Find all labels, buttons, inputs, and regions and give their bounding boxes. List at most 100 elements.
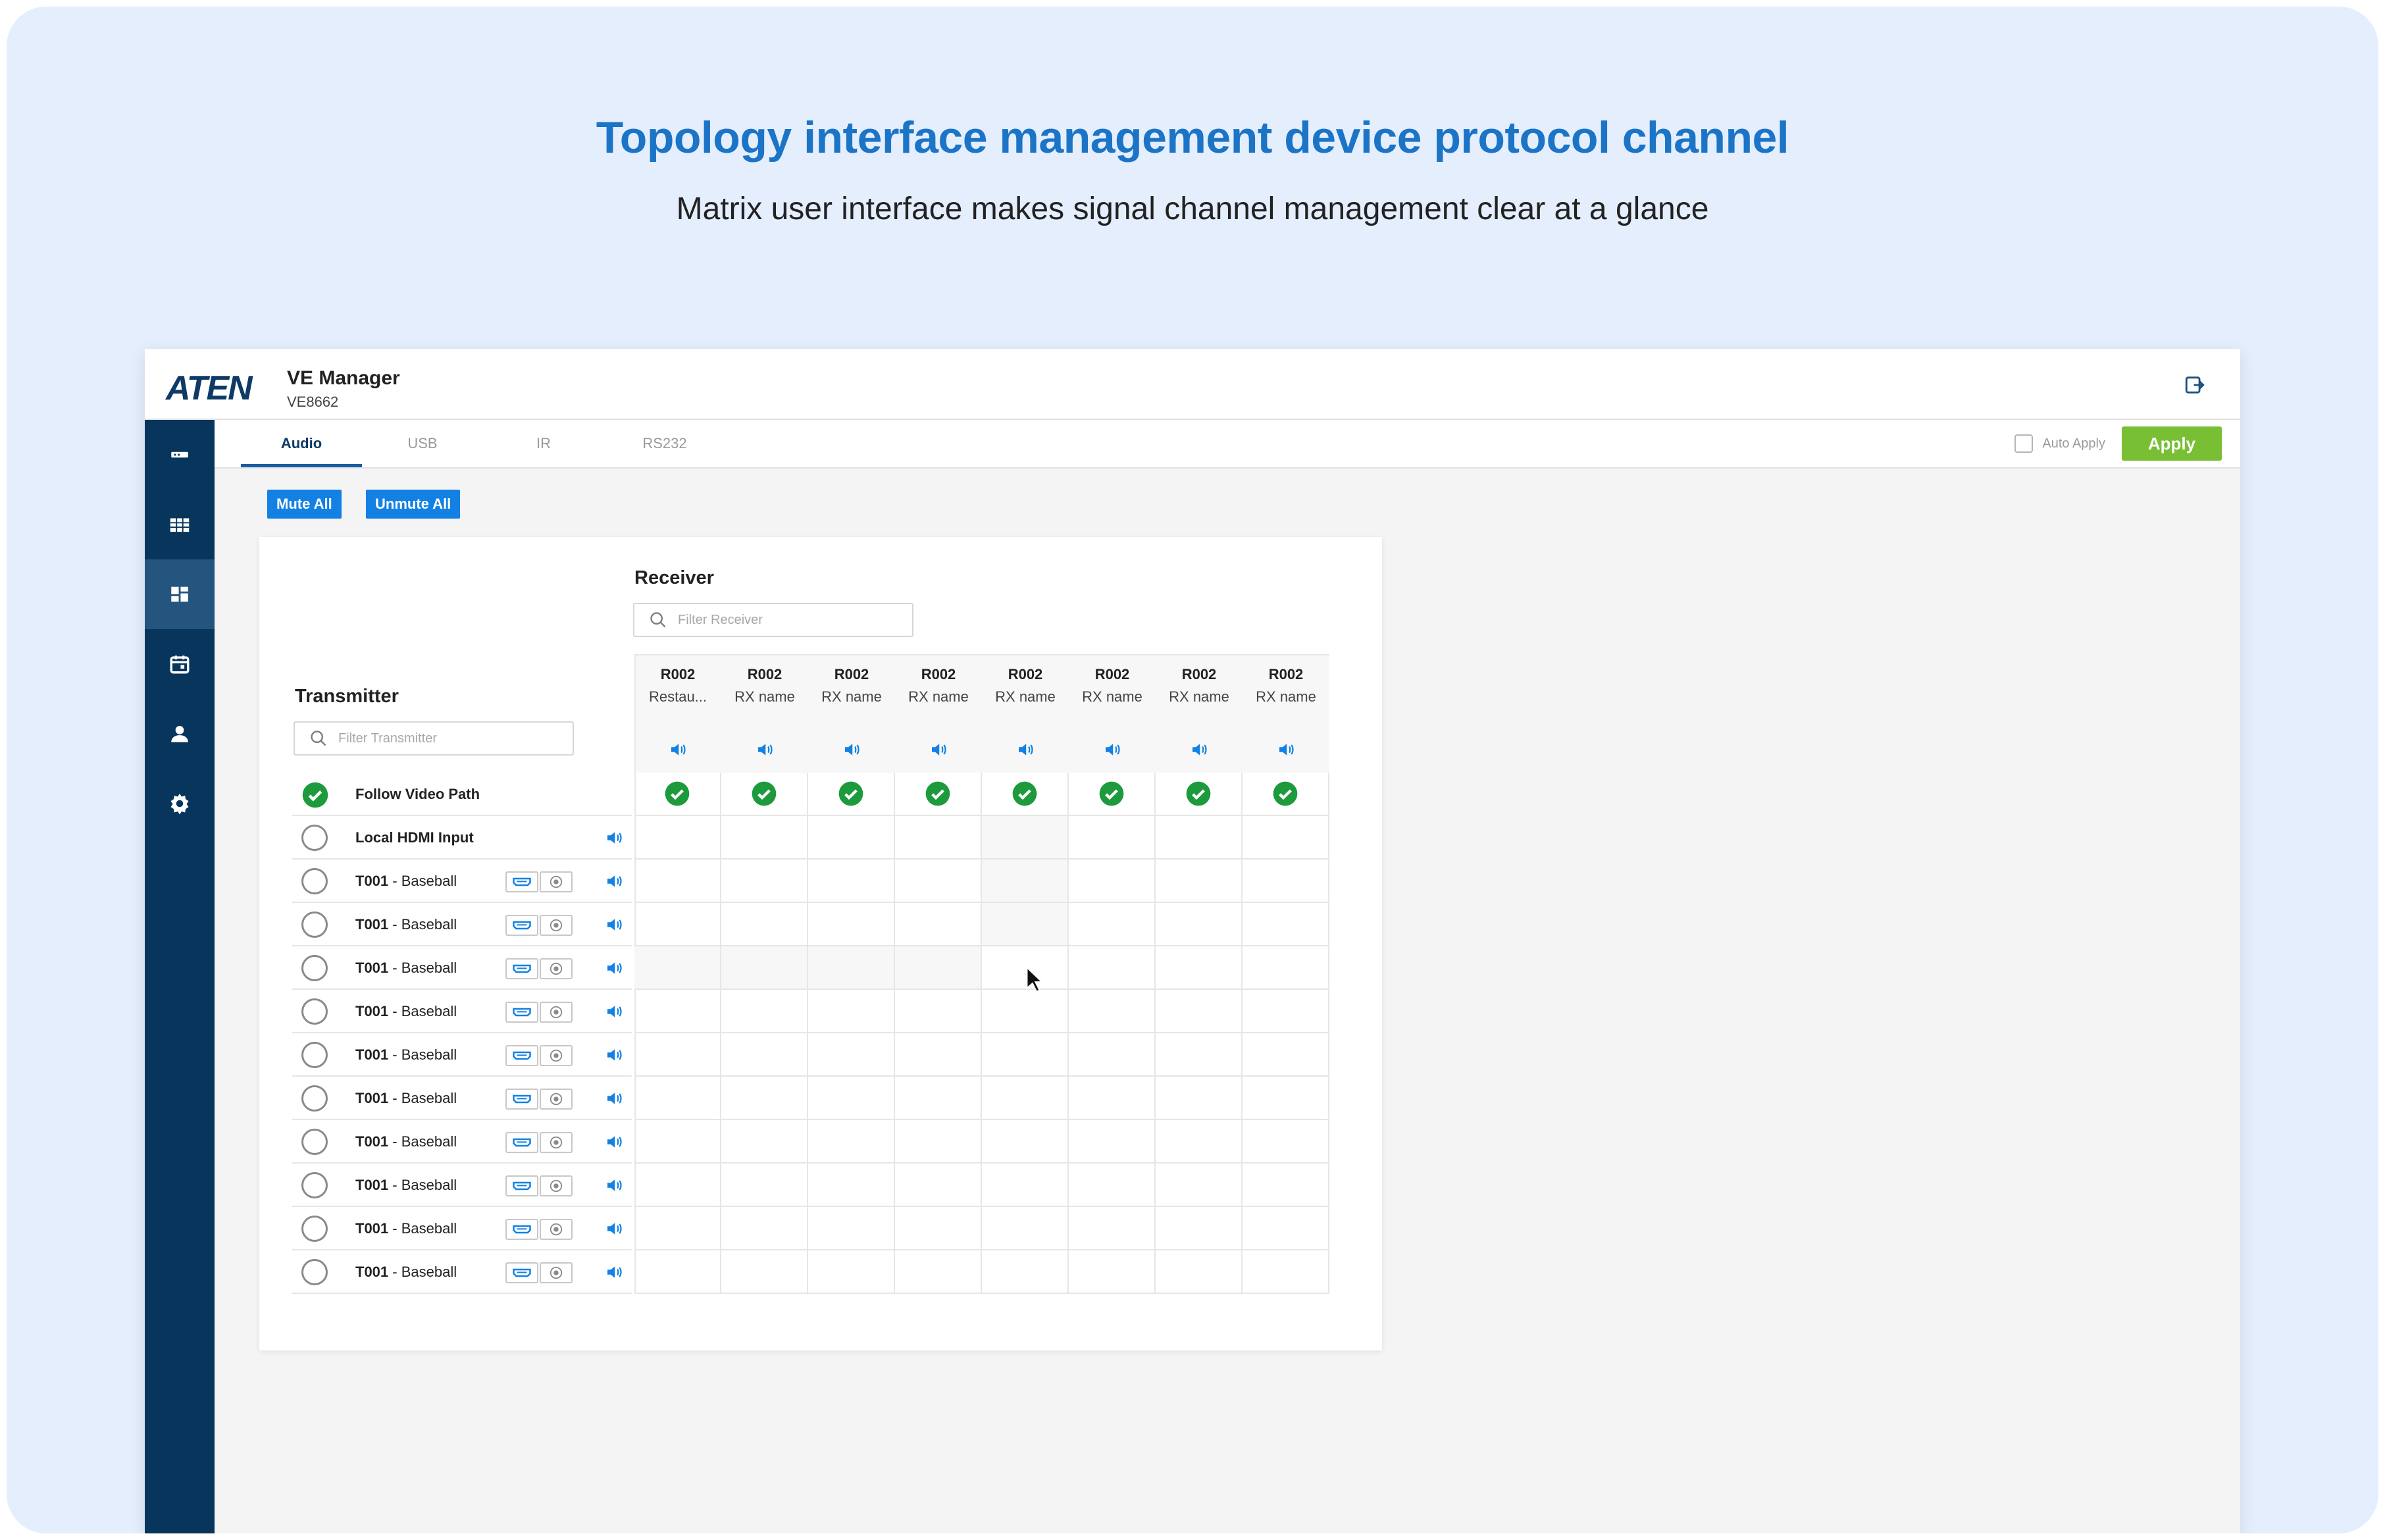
sidebar-item-matrix[interactable] <box>145 559 215 629</box>
matrix-cell[interactable] <box>808 1250 895 1294</box>
matrix-cell[interactable] <box>721 1164 808 1207</box>
matrix-cell[interactable] <box>721 1033 808 1077</box>
matrix-cell[interactable] <box>982 1120 1069 1164</box>
matrix-cell[interactable] <box>895 773 982 816</box>
speaker-icon[interactable] <box>604 871 624 891</box>
speaker-icon[interactable] <box>604 1175 624 1195</box>
matrix-cell[interactable] <box>1243 773 1329 816</box>
matrix-cell[interactable] <box>1243 990 1329 1033</box>
matrix-cell[interactable] <box>1156 946 1243 990</box>
matrix-cell[interactable] <box>1156 903 1243 946</box>
check-circle-icon[interactable] <box>664 781 690 807</box>
matrix-cell[interactable] <box>634 903 721 946</box>
apply-button[interactable]: Apply <box>2122 426 2222 461</box>
matrix-cell[interactable] <box>1156 860 1243 903</box>
matrix-cell[interactable] <box>1069 946 1156 990</box>
matrix-cell[interactable] <box>1243 1077 1329 1120</box>
matrix-cell[interactable] <box>808 816 895 860</box>
matrix-cell[interactable] <box>808 1207 895 1250</box>
matrix-cell[interactable] <box>808 1033 895 1077</box>
matrix-cell[interactable] <box>1069 773 1156 816</box>
matrix-cell[interactable] <box>634 1207 721 1250</box>
matrix-cell[interactable] <box>982 860 1069 903</box>
matrix-cell[interactable] <box>634 1033 721 1077</box>
matrix-cell[interactable] <box>1243 1207 1329 1250</box>
tab-ir[interactable]: IR <box>483 420 604 467</box>
auto-apply-toggle[interactable]: Auto Apply <box>2014 434 2105 453</box>
matrix-cell[interactable] <box>634 816 721 860</box>
matrix-cell[interactable] <box>1156 1033 1243 1077</box>
radio-button[interactable] <box>301 998 328 1025</box>
matrix-cell[interactable] <box>808 860 895 903</box>
matrix-cell[interactable] <box>1069 1164 1156 1207</box>
transmitter-row[interactable]: T001 - Baseball <box>292 1033 632 1077</box>
matrix-cell[interactable] <box>1156 816 1243 860</box>
check-circle-icon[interactable] <box>1272 781 1298 807</box>
check-circle-icon[interactable] <box>925 781 951 807</box>
logout-icon[interactable] <box>2184 374 2206 396</box>
speaker-icon[interactable] <box>604 1219 624 1239</box>
check-circle-icon[interactable] <box>1098 781 1125 807</box>
transmitter-row[interactable]: T001 - Baseball <box>292 1120 632 1164</box>
radio-button[interactable] <box>301 955 328 981</box>
matrix-cell[interactable] <box>982 1207 1069 1250</box>
matrix-cell[interactable] <box>634 946 721 990</box>
sidebar-item-schedule[interactable] <box>145 629 215 699</box>
matrix-cell[interactable] <box>1156 1164 1243 1207</box>
transmitter-row[interactable]: T001 - Baseball <box>292 1250 632 1294</box>
speaker-icon[interactable] <box>604 828 624 848</box>
matrix-cell[interactable] <box>721 903 808 946</box>
matrix-cell[interactable] <box>1243 1120 1329 1164</box>
matrix-cell[interactable] <box>1243 903 1329 946</box>
matrix-cell[interactable] <box>1243 1250 1329 1294</box>
transmitter-row[interactable]: T001 - Baseball <box>292 903 632 946</box>
transmitter-row[interactable]: T001 - Baseball <box>292 1164 632 1207</box>
transmitter-row[interactable]: T001 - Baseball <box>292 946 632 990</box>
matrix-cell[interactable] <box>721 946 808 990</box>
radio-button[interactable] <box>301 911 328 938</box>
matrix-cell[interactable] <box>895 946 982 990</box>
sidebar-item-devices[interactable] <box>145 420 215 490</box>
speaker-icon[interactable] <box>604 1002 624 1021</box>
matrix-cell[interactable] <box>895 903 982 946</box>
matrix-cell[interactable] <box>982 903 1069 946</box>
check-circle-icon[interactable] <box>751 781 777 807</box>
matrix-cell[interactable] <box>808 990 895 1033</box>
matrix-cell[interactable] <box>1069 990 1156 1033</box>
transmitter-row[interactable]: T001 - Baseball <box>292 1207 632 1250</box>
unmute-all-button[interactable]: Unmute All <box>366 490 461 519</box>
matrix-cell[interactable] <box>721 773 808 816</box>
transmitter-row[interactable]: T001 - Baseball <box>292 1077 632 1120</box>
matrix-cell[interactable] <box>634 1120 721 1164</box>
matrix-cell[interactable] <box>808 946 895 990</box>
check-circle-icon[interactable] <box>838 781 864 807</box>
radio-button[interactable] <box>301 1216 328 1242</box>
matrix-cell[interactable] <box>895 1164 982 1207</box>
check-circle-icon[interactable] <box>1012 781 1038 807</box>
matrix-cell[interactable] <box>895 1120 982 1164</box>
matrix-cell[interactable] <box>721 1077 808 1120</box>
speaker-icon[interactable] <box>604 1132 624 1152</box>
radio-button[interactable] <box>301 1042 328 1068</box>
matrix-cell[interactable] <box>1243 1164 1329 1207</box>
matrix-cell[interactable] <box>1156 1120 1243 1164</box>
check-circle-icon[interactable] <box>1185 781 1212 807</box>
matrix-cell[interactable] <box>1156 1077 1243 1120</box>
speaker-icon[interactable] <box>604 915 624 935</box>
matrix-cell[interactable] <box>634 773 721 816</box>
sidebar-item-grid[interactable] <box>145 490 215 559</box>
matrix-cell[interactable] <box>1069 903 1156 946</box>
matrix-cell[interactable] <box>1243 1033 1329 1077</box>
auto-apply-checkbox[interactable] <box>2014 434 2034 453</box>
matrix-cell[interactable] <box>1069 1077 1156 1120</box>
mute-all-button[interactable]: Mute All <box>267 490 342 519</box>
matrix-cell[interactable] <box>808 1120 895 1164</box>
matrix-cell[interactable] <box>1156 1250 1243 1294</box>
matrix-cell[interactable] <box>808 1164 895 1207</box>
matrix-cell[interactable] <box>1243 816 1329 860</box>
matrix-cell[interactable] <box>895 860 982 903</box>
matrix-cell[interactable] <box>721 990 808 1033</box>
matrix-cell[interactable] <box>895 1207 982 1250</box>
transmitter-row[interactable]: T001 - Baseball <box>292 990 632 1033</box>
matrix-cell[interactable] <box>1069 1033 1156 1077</box>
